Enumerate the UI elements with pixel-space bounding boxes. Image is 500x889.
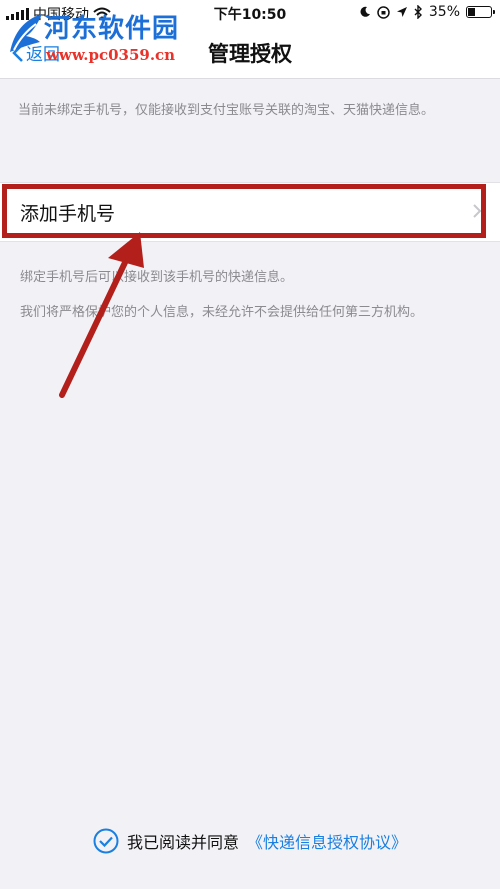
watermark-title: 河东软件园 (44, 14, 180, 44)
moon-icon (360, 6, 370, 17)
battery-percent: 35% (428, 4, 460, 20)
watermark: 河东软件园 www.pc0359.cn (0, 8, 260, 68)
watermark-logo-icon (10, 14, 42, 52)
check-circle-icon[interactable] (93, 828, 119, 854)
status-right: 35% (359, 4, 495, 20)
battery-fill (468, 8, 475, 16)
watermark-url: www.pc0359.cn (46, 46, 176, 64)
battery-icon (466, 6, 495, 18)
location-icon (396, 7, 407, 17)
bluetooth-icon (414, 5, 422, 19)
agreement-footer: 我已阅读并同意 《快递信息授权协议》 (0, 826, 500, 856)
lock-rotation-icon (377, 5, 390, 19)
info-text: 当前未绑定手机号，仅能接收到支付宝账号关联的淘宝、天猫快递信息。 (18, 103, 435, 118)
agree-text: 我已阅读并同意 (126, 833, 239, 852)
note-privacy: 我们将严格保护您的个人信息，未经允许不会提供给任何第三方机构。 (20, 305, 424, 320)
agreement-link[interactable]: 《快递信息授权协议》 (247, 829, 407, 853)
highlight-box (2, 184, 486, 238)
note-bind-phone: 绑定手机号后可以接收到该手机号的快递信息。 (20, 270, 294, 285)
annotation-arrow (59, 232, 144, 398)
